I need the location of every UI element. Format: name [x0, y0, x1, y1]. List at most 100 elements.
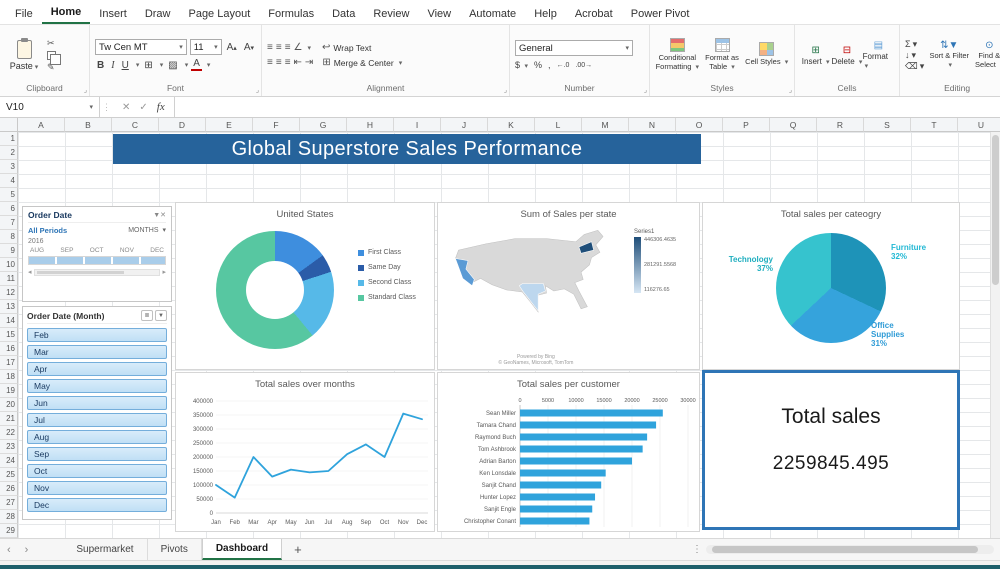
customer-bar-chart-card[interactable]: Total sales per customer 0 5000 10000 15000…	[437, 372, 700, 532]
number-format-select[interactable]: General ▾	[515, 40, 633, 56]
insert-cells-button[interactable]: ⊞ Insert ▾	[800, 45, 831, 66]
slicer-item-mar[interactable]: Mar	[27, 345, 167, 359]
formula-input[interactable]	[174, 97, 1000, 117]
styles-dialog-launcher-icon[interactable]: ⌟	[789, 86, 792, 94]
increase-indent-icon[interactable]: ⇥	[305, 57, 313, 68]
comma-format-icon[interactable]: ,	[548, 60, 551, 70]
timeline-scroll-right-icon[interactable]: ▸	[162, 268, 166, 276]
sheet-tab-supermarket[interactable]: Supermarket	[63, 539, 148, 560]
timeline-scroll-track[interactable]	[33, 268, 161, 276]
cancel-icon[interactable]: ✕	[122, 102, 130, 113]
percent-format-icon[interactable]: %	[534, 60, 542, 70]
ribbon-tab-file[interactable]: File	[6, 3, 42, 24]
slicer-clear-filter-icon[interactable]: ▼	[155, 310, 167, 321]
format-as-table-button[interactable]: Format as Table ▾	[700, 38, 745, 72]
slicer-item-aug[interactable]: Aug	[27, 430, 167, 444]
conditional-formatting-button[interactable]: Conditional Formatting ▾	[655, 38, 700, 72]
ribbon-tab-automate[interactable]: Automate	[460, 3, 525, 24]
slicer-item-oct[interactable]: Oct	[27, 464, 167, 478]
autosum-icon[interactable]: Σ ▾	[905, 39, 924, 49]
timeline-clear-filter-icon[interactable]: ▼✕	[153, 211, 166, 219]
slicer-item-may[interactable]: May	[27, 379, 167, 393]
add-sheet-button[interactable]: +	[282, 542, 314, 557]
total-sales-card[interactable]: Total sales 2259845.495	[702, 370, 960, 530]
fill-icon[interactable]: ↓ ▾	[905, 50, 924, 60]
ribbon-tab-acrobat[interactable]: Acrobat	[566, 3, 622, 24]
decrease-font-icon[interactable]: A▾	[242, 42, 256, 53]
ribbon-tab-home[interactable]: Home	[41, 1, 91, 24]
category-pie-chart-card[interactable]: Total sales per cateogry Technology 37% F…	[702, 202, 960, 370]
clipboard-dialog-launcher-icon[interactable]: ⌟	[84, 86, 87, 94]
align-right-icon[interactable]: ≡	[285, 57, 291, 68]
align-bottom-icon[interactable]: ≡	[285, 42, 291, 53]
paste-button[interactable]: Paste ▾	[5, 37, 43, 71]
ribbon-tab-formulas[interactable]: Formulas	[259, 3, 323, 24]
cut-icon[interactable]: ✂	[47, 38, 56, 49]
vertical-scrollbar[interactable]	[990, 132, 1000, 538]
sheet-tab-dashboard[interactable]: Dashboard	[201, 539, 283, 560]
currency-format-icon[interactable]: $ ▾	[515, 60, 528, 70]
font-name-select[interactable]: Tw Cen MT ▾	[95, 39, 187, 55]
decrease-indent-icon[interactable]: ⇤	[294, 57, 302, 68]
merge-center-icon[interactable]: ⊞	[322, 57, 330, 68]
font-dialog-launcher-icon[interactable]: ⌟	[256, 86, 259, 94]
increase-font-icon[interactable]: A▴	[225, 42, 239, 53]
font-color-icon[interactable]: A	[191, 59, 202, 71]
copy-icon[interactable]	[47, 50, 61, 65]
formula-bar-handle[interactable]: ⋮	[100, 97, 113, 117]
slicer-item-feb[interactable]: Feb	[27, 328, 167, 342]
slicer-item-jun[interactable]: Jun	[27, 396, 167, 410]
timeline-selection-bar[interactable]	[28, 256, 166, 265]
bold-button[interactable]: B	[95, 60, 106, 71]
borders-icon[interactable]: ⊞	[142, 60, 154, 71]
ribbon-tab-draw[interactable]: Draw	[136, 3, 180, 24]
horizontal-scrollbar[interactable]	[706, 545, 994, 554]
fill-color-icon[interactable]: ▨	[166, 60, 179, 71]
monthly-sales-line-chart-card[interactable]: Total sales over months 0 50000 100000 1500…	[175, 372, 435, 532]
align-middle-icon[interactable]: ≡	[276, 42, 282, 53]
timeline-level-select[interactable]: MONTHS ▾	[128, 226, 166, 235]
name-box[interactable]: V10 ▾	[0, 97, 100, 117]
increase-decimal-icon[interactable]: ←.0	[557, 62, 570, 69]
slicer-item-jul[interactable]: Jul	[27, 413, 167, 427]
number-dialog-launcher-icon[interactable]: ⌟	[644, 86, 647, 94]
timeline-scroll-thumb[interactable]	[36, 270, 124, 274]
align-top-icon[interactable]: ≡	[267, 42, 273, 53]
italic-button[interactable]: I	[109, 60, 116, 71]
ribbon-tab-page-layout[interactable]: Page Layout	[179, 3, 259, 24]
sheet-nav-left-icon[interactable]: ‹	[0, 544, 18, 556]
delete-cells-button[interactable]: ⊟ Delete ▾	[831, 45, 863, 66]
clear-icon[interactable]: ⌫ ▾	[905, 61, 924, 71]
ribbon-tab-power-pivot[interactable]: Power Pivot	[622, 3, 699, 24]
slicer-item-nov[interactable]: Nov	[27, 481, 167, 495]
wrap-text-icon[interactable]: ↩	[322, 42, 330, 53]
align-center-icon[interactable]: ≡	[276, 57, 282, 68]
merge-center-label[interactable]: Merge & Center	[334, 58, 394, 68]
slicer-multiselect-icon[interactable]: ≣	[141, 310, 153, 321]
ribbon-tab-view[interactable]: View	[418, 3, 460, 24]
shipmode-donut-chart-card[interactable]: United States First Class Same Day Second …	[175, 202, 435, 370]
insert-function-icon[interactable]: fx	[157, 101, 165, 113]
sheetbar-more-icon[interactable]: ⋮	[688, 544, 706, 555]
sheet-tab-pivots[interactable]: Pivots	[148, 539, 202, 560]
sheet-nav-right-icon[interactable]: ›	[18, 544, 36, 556]
wrap-text-label[interactable]: Wrap Text	[333, 43, 371, 53]
enter-icon[interactable]: ✓	[139, 102, 147, 113]
cell-styles-button[interactable]: Cell Styles ▾	[744, 42, 789, 68]
slicer-item-apr[interactable]: Apr	[27, 362, 167, 376]
orientation-icon[interactable]: ∠	[294, 42, 303, 53]
format-cells-button[interactable]: ▤ Format ▾	[863, 40, 894, 70]
timeline-slicer[interactable]: Order Date ▼✕ All Periods MONTHS ▾ 2016 …	[22, 206, 172, 302]
font-size-select[interactable]: 11 ▾	[189, 39, 222, 55]
align-left-icon[interactable]: ≡	[267, 57, 273, 68]
decrease-decimal-icon[interactable]: .00→	[575, 62, 592, 69]
ribbon-tab-insert[interactable]: Insert	[90, 3, 136, 24]
sort-filter-button[interactable]: ⇅▼ Sort & Filter ▾	[929, 40, 969, 70]
month-slicer[interactable]: Order Date (Month) ≣ ▼ Feb Mar Apr May Jun Ju…	[22, 306, 172, 520]
underline-button[interactable]: U	[120, 60, 131, 71]
find-select-button[interactable]: ⊙ Find & Select ▾	[969, 40, 1000, 70]
state-map-chart-card[interactable]: Sum of Sales per state Series1 446306.46…	[437, 202, 700, 370]
vertical-scroll-thumb[interactable]	[992, 135, 999, 285]
alignment-dialog-launcher-icon[interactable]: ⌟	[504, 86, 507, 94]
slicer-item-sep[interactable]: Sep	[27, 447, 167, 461]
